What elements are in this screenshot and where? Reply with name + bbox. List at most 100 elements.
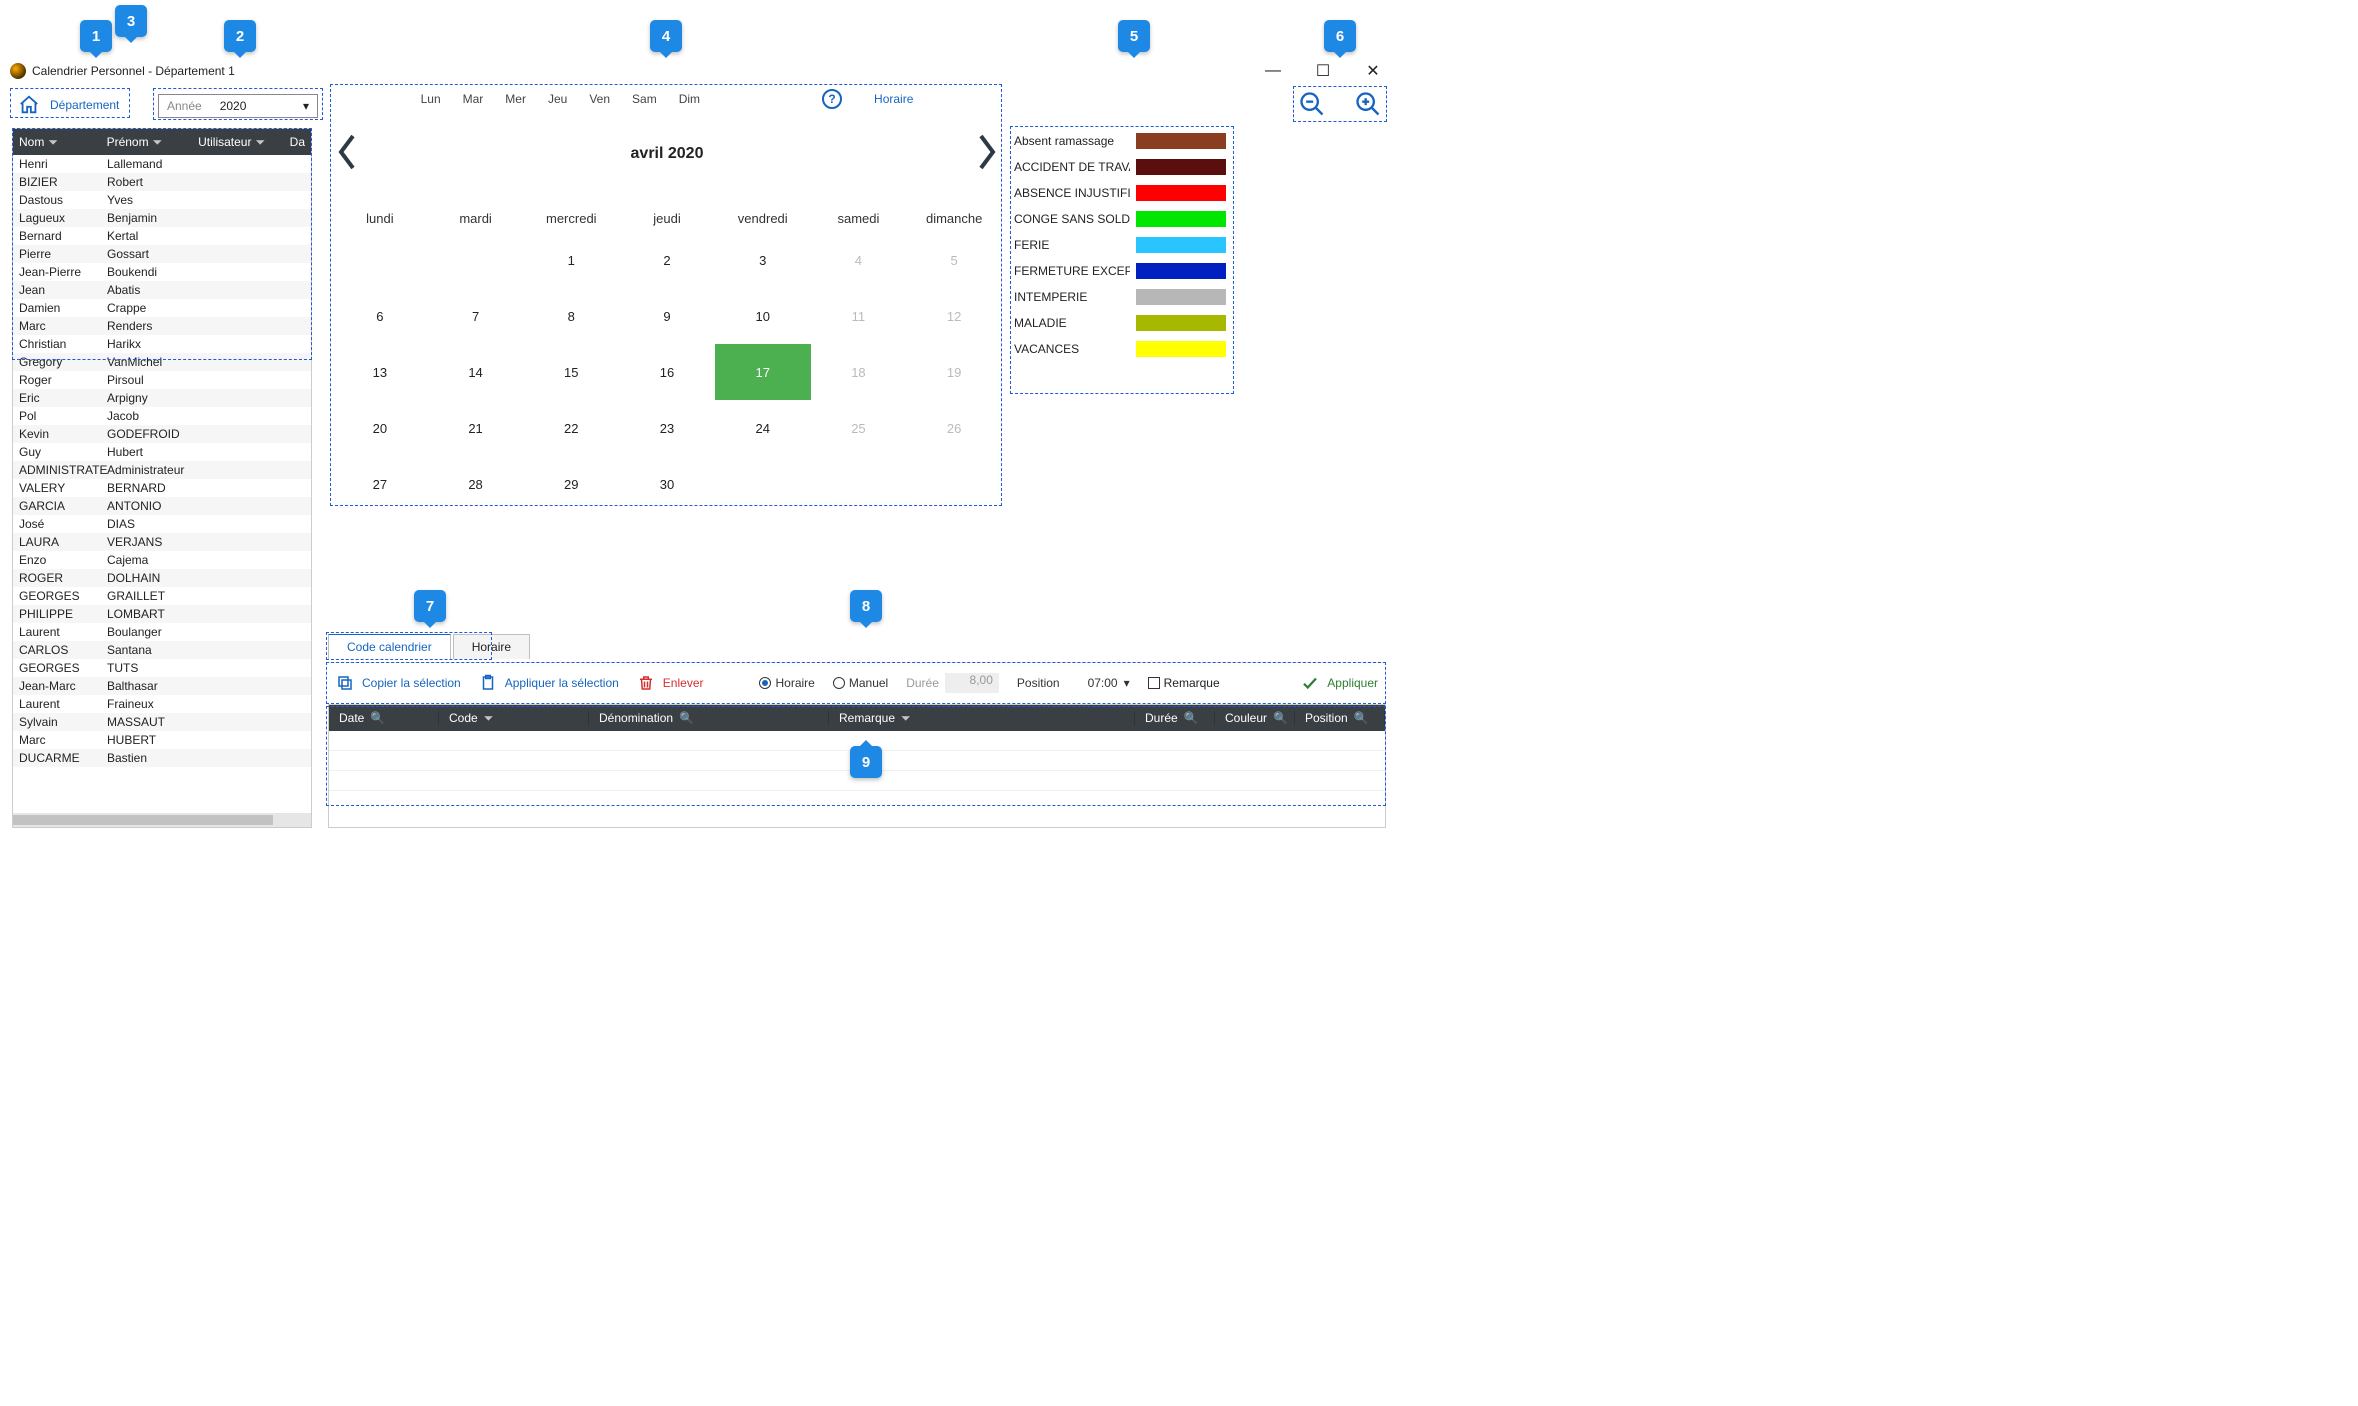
calendar-day[interactable]: 29	[523, 456, 619, 512]
calendar-day[interactable]: 18	[811, 344, 907, 400]
calendar-day[interactable]: 8	[523, 288, 619, 344]
col-position[interactable]: Position🔍	[1295, 711, 1385, 725]
table-row[interactable]: GARCIAANTONIO	[13, 497, 311, 515]
table-row[interactable]: BIZIERRobert	[13, 173, 311, 191]
table-row[interactable]: LAURAVERJANS	[13, 533, 311, 551]
radio-manuel[interactable]: Manuel	[833, 676, 888, 690]
radio-horaire[interactable]: Horaire	[759, 676, 814, 690]
close-button[interactable]: ✕	[1358, 58, 1388, 84]
search-icon[interactable]: 🔍	[1354, 711, 1369, 725]
table-row[interactable]: GEORGESTUTS	[13, 659, 311, 677]
table-row[interactable]: LagueuxBenjamin	[13, 209, 311, 227]
tab-code-calendrier[interactable]: Code calendrier	[328, 634, 451, 659]
table-row[interactable]: PierreGossart	[13, 245, 311, 263]
calendar-day[interactable]: 13	[332, 344, 428, 400]
zoom-in-button[interactable]	[1354, 90, 1382, 118]
table-row[interactable]: SylvainMASSAUT	[13, 713, 311, 731]
filter-icon[interactable]: ⏷	[153, 135, 163, 150]
calendar-day[interactable]: 9	[619, 288, 715, 344]
chevron-down-icon[interactable]: ▾	[1124, 676, 1130, 690]
calendar-grid[interactable]: 1234567891011121314151617181920212223242…	[332, 232, 1002, 512]
col-da[interactable]: Da	[284, 135, 311, 149]
people-grid-body[interactable]: HenriLallemandBIZIERRobertDastousYvesLag…	[13, 155, 311, 813]
table-row[interactable]: EricArpigny	[13, 389, 311, 407]
calendar-day[interactable]: 20	[332, 400, 428, 456]
table-row[interactable]: LaurentFraineux	[13, 695, 311, 713]
calendar-day[interactable]: 25	[811, 400, 907, 456]
calendar-day[interactable]: 21	[428, 400, 524, 456]
table-row[interactable]: Jean-PierreBoukendi	[13, 263, 311, 281]
calendar-day[interactable]: 26	[906, 400, 1002, 456]
table-row[interactable]: EnzoCajema	[13, 551, 311, 569]
help-icon[interactable]: ?	[822, 89, 842, 109]
position-value[interactable]: 07:00	[1066, 676, 1118, 690]
table-row[interactable]: MarcHUBERT	[13, 731, 311, 749]
department-home-button[interactable]: Département	[12, 90, 125, 120]
prev-month-button[interactable]	[332, 132, 362, 175]
calendar-day[interactable]: 6	[332, 288, 428, 344]
table-row[interactable]: GEORGESGRAILLET	[13, 587, 311, 605]
col-remarque[interactable]: Remarque⏷	[829, 711, 1135, 726]
calendar-day[interactable]: 3	[715, 232, 811, 288]
col-date[interactable]: Date🔍	[329, 711, 439, 725]
table-row[interactable]: HenriLallemand	[13, 155, 311, 173]
filter-icon[interactable]: ⏷	[48, 135, 58, 150]
col-denomination[interactable]: Dénomination🔍	[589, 711, 829, 725]
calendar-day[interactable]: 30	[619, 456, 715, 512]
calendar-day[interactable]: 4	[811, 232, 907, 288]
table-row[interactable]: ADMINISTRATEURAdministrateur	[13, 461, 311, 479]
horaire-link[interactable]: Horaire	[874, 92, 913, 106]
calendar-day[interactable]: 19	[906, 344, 1002, 400]
col-utilisateur[interactable]: Utilisateur⏷	[192, 135, 284, 150]
table-row[interactable]: Jean-MarcBalthasar	[13, 677, 311, 695]
year-select[interactable]: Année 2020 ▾	[158, 94, 318, 118]
table-row[interactable]: PHILIPPELOMBART	[13, 605, 311, 623]
table-row[interactable]: CARLOSSantana	[13, 641, 311, 659]
apply-button[interactable]: Appliquer	[1301, 674, 1378, 692]
col-duree[interactable]: Durée🔍	[1135, 711, 1215, 725]
search-icon[interactable]: 🔍	[1184, 711, 1199, 725]
apply-selection-button[interactable]: Appliquer la sélection	[479, 674, 619, 692]
calendar-day[interactable]: 22	[523, 400, 619, 456]
table-row[interactable]: VALERYBERNARD	[13, 479, 311, 497]
calendar-day[interactable]: 16	[619, 344, 715, 400]
col-couleur[interactable]: Couleur🔍	[1215, 711, 1295, 725]
remark-checkbox[interactable]: Remarque	[1148, 676, 1220, 690]
search-icon[interactable]: 🔍	[1273, 711, 1288, 725]
calendar-day[interactable]: 17	[715, 344, 811, 400]
table-row[interactable]: DamienCrappe	[13, 299, 311, 317]
table-row[interactable]: LaurentBoulanger	[13, 623, 311, 641]
table-row[interactable]: KevinGODEFROID	[13, 425, 311, 443]
col-code[interactable]: Code⏷	[439, 711, 589, 726]
col-nom[interactable]: Nom⏷	[13, 135, 101, 150]
table-row[interactable]: DUCARMEBastien	[13, 749, 311, 767]
calendar-day[interactable]: 7	[428, 288, 524, 344]
calendar-day[interactable]: 23	[619, 400, 715, 456]
table-row[interactable]: GregoryVanMichel	[13, 353, 311, 371]
calendar-day[interactable]: 5	[906, 232, 1002, 288]
table-row[interactable]: RogerPirsoul	[13, 371, 311, 389]
filter-icon[interactable]: ⏷	[901, 711, 911, 726]
calendar-day[interactable]: 24	[715, 400, 811, 456]
calendar-day[interactable]: 15	[523, 344, 619, 400]
calendar-day[interactable]: 10	[715, 288, 811, 344]
table-row[interactable]: ROGERDOLHAIN	[13, 569, 311, 587]
calendar-day[interactable]: 28	[428, 456, 524, 512]
table-row[interactable]: JoséDIAS	[13, 515, 311, 533]
table-row[interactable]: PolJacob	[13, 407, 311, 425]
duration-input[interactable]: 8,00	[945, 673, 999, 693]
tab-horaire[interactable]: Horaire	[453, 634, 530, 659]
table-row[interactable]: MarcRenders	[13, 317, 311, 335]
table-row[interactable]: GuyHubert	[13, 443, 311, 461]
zoom-out-button[interactable]	[1298, 90, 1326, 118]
horizontal-scrollbar[interactable]	[13, 813, 311, 827]
search-icon[interactable]: 🔍	[370, 711, 385, 725]
minimize-button[interactable]: —	[1258, 58, 1288, 84]
search-icon[interactable]: 🔍	[679, 711, 694, 725]
calendar-day[interactable]: 2	[619, 232, 715, 288]
calendar-day[interactable]: 1	[523, 232, 619, 288]
calendar-day[interactable]: 14	[428, 344, 524, 400]
table-row[interactable]: DastousYves	[13, 191, 311, 209]
table-row[interactable]: BernardKertal	[13, 227, 311, 245]
table-row[interactable]: ChristianHarikx	[13, 335, 311, 353]
